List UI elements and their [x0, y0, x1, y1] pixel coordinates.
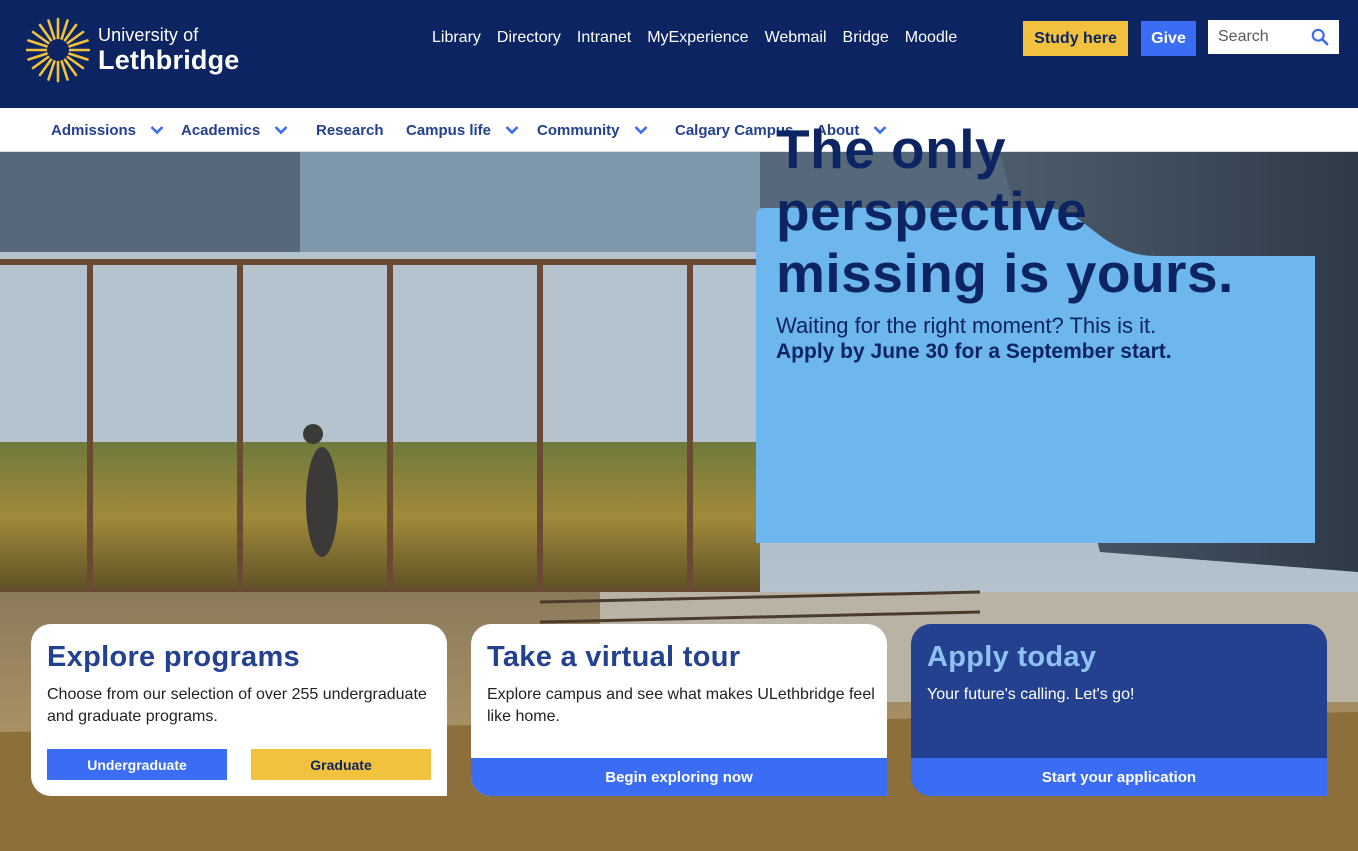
nav-item-label: Academics: [181, 121, 261, 139]
card-text: Your future's calling. Let's go!: [927, 686, 1135, 703]
nav-item-label: Campus life: [406, 121, 492, 139]
logo-wordmark: University of Lethbridge: [98, 26, 240, 74]
card-explore-programs: Explore programs Choose from our selecti…: [31, 624, 447, 796]
card-title: Take a virtual tour: [487, 641, 741, 673]
search-icon[interactable]: [1311, 28, 1329, 46]
util-link-moodle[interactable]: Moodle: [897, 26, 965, 52]
chevron-down-icon: [274, 126, 288, 135]
study-here-button[interactable]: Study here: [1023, 21, 1128, 56]
card-title: Apply today: [927, 641, 1097, 673]
card-apply-today: Apply today Your future's calling. Let's…: [911, 624, 1327, 796]
undergraduate-button[interactable]: Undergraduate: [47, 749, 227, 780]
card-title: Explore programs: [47, 641, 300, 673]
nav-item-research[interactable]: Research: [316, 108, 384, 152]
utility-nav: Library Directory Intranet MyExperience …: [424, 26, 965, 52]
nav-item-label: Research: [316, 121, 384, 139]
util-link-myexperience[interactable]: MyExperience: [639, 26, 756, 52]
util-link-library[interactable]: Library: [424, 26, 489, 52]
util-link-directory[interactable]: Directory: [489, 26, 569, 52]
nav-item-admissions[interactable]: Admissions: [51, 108, 164, 152]
search-input[interactable]: [1208, 22, 1303, 52]
nav-item-label: Admissions: [51, 121, 137, 139]
give-button[interactable]: Give: [1141, 21, 1196, 56]
util-link-intranet[interactable]: Intranet: [569, 26, 639, 52]
university-logo[interactable]: University of Lethbridge: [26, 17, 246, 83]
nav-item-label: Community: [537, 121, 620, 139]
graduate-button[interactable]: Graduate: [251, 749, 431, 780]
start-application-button[interactable]: Start your application: [911, 758, 1327, 796]
search-box: [1208, 20, 1339, 54]
nav-item-academics[interactable]: Academics: [181, 108, 288, 152]
chevron-down-icon: [634, 126, 647, 135]
sunburst-logo-icon: [26, 17, 90, 83]
top-header: University of Lethbridge Library Directo…: [0, 0, 1358, 108]
nav-item-community[interactable]: Community: [537, 108, 648, 152]
logo-line-1: University of: [98, 25, 199, 45]
begin-exploring-button[interactable]: Begin exploring now: [471, 758, 887, 796]
chevron-down-icon: [150, 126, 164, 135]
card-text: Explore campus and see what makes ULethb…: [487, 686, 875, 725]
card-text: Choose from our selection of over 255 un…: [47, 686, 427, 725]
logo-line-2: Lethbridge: [98, 45, 240, 75]
hero-headline: The only perspective missing is yours.: [776, 118, 1234, 304]
hero-deadline: Apply by June 30 for a September start.: [776, 340, 1172, 363]
hero-subline: Waiting for the right moment? This is it…: [776, 313, 1157, 338]
chevron-down-icon: [505, 126, 519, 135]
util-link-webmail[interactable]: Webmail: [757, 26, 835, 52]
card-virtual-tour: Take a virtual tour Explore campus and s…: [471, 624, 887, 796]
nav-item-campus-life[interactable]: Campus life: [406, 108, 519, 152]
util-link-bridge[interactable]: Bridge: [835, 26, 897, 52]
